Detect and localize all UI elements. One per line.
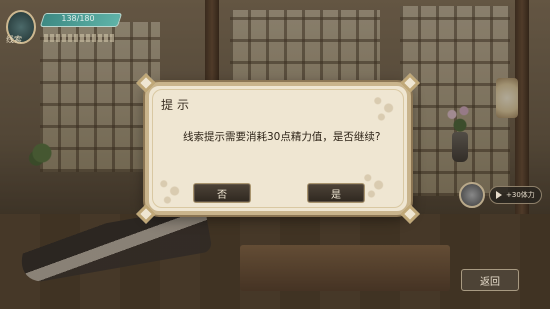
blossom-decoration: [367, 90, 403, 126]
dialog-message: 线索提示需要消耗30点精力值，是否继续?: [183, 131, 381, 143]
energy-ad-label: +30体力: [506, 191, 535, 199]
energy-value: 138/180: [61, 14, 95, 23]
no-button[interactable]: 否: [193, 183, 251, 203]
back-button[interactable]: 返回: [461, 269, 519, 291]
character-avatar-icon[interactable]: [459, 182, 485, 208]
yes-button[interactable]: 是: [307, 183, 365, 203]
side-action-group[interactable]: +30体力: [459, 182, 543, 208]
energy-ad-button[interactable]: +30体力: [489, 186, 542, 204]
emblem-label: 线索: [6, 35, 22, 44]
dialog-title: 提示: [161, 98, 194, 112]
hint-confirm-dialog: 提示 线索提示需要消耗30点精力值，是否继续? 否 是: [136, 73, 420, 224]
blossom-decoration: [153, 173, 189, 209]
play-icon: [496, 191, 502, 199]
energy-subtext: [44, 34, 114, 42]
